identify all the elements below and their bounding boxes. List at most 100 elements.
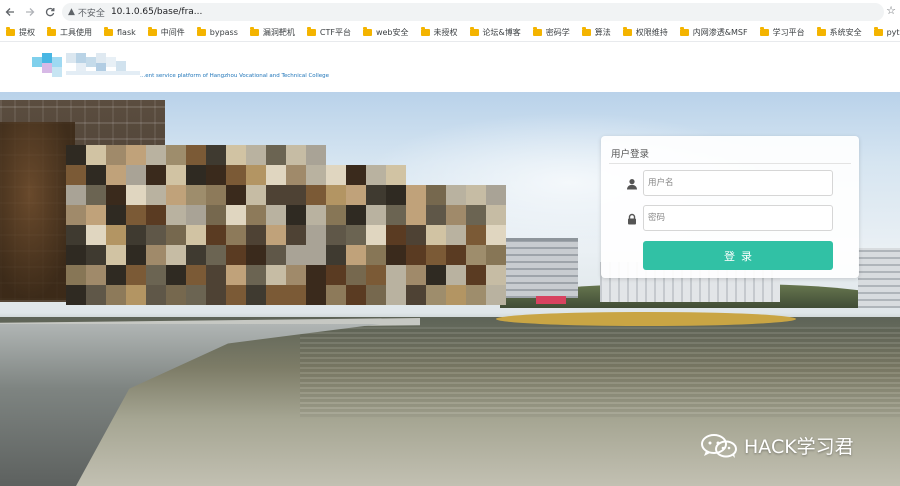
mosaic-tile bbox=[486, 265, 506, 285]
mosaic-tile bbox=[86, 205, 106, 225]
mosaic-tile bbox=[366, 225, 386, 245]
mosaic-tile bbox=[106, 285, 126, 305]
bookmark-folder[interactable]: flask bbox=[104, 27, 136, 37]
bookmark-folder[interactable]: 内网渗透&MSF bbox=[679, 27, 748, 38]
mosaic-tile bbox=[486, 245, 506, 265]
mosaic-tile bbox=[426, 245, 446, 265]
bookmark-folder[interactable]: 未授权 bbox=[420, 27, 458, 38]
red-sign bbox=[536, 296, 566, 304]
mosaic-tile bbox=[306, 285, 326, 305]
mosaic-tile bbox=[166, 245, 186, 265]
mosaic-tile bbox=[426, 225, 446, 245]
mosaic-tile bbox=[446, 225, 466, 245]
mosaic-tile bbox=[466, 225, 486, 245]
mosaic-tile bbox=[66, 145, 86, 165]
address-bar[interactable]: ▲ 不安全 10.1.0.65/base/fra... bbox=[62, 3, 884, 21]
bookmark-folder[interactable]: 工具使用 bbox=[47, 27, 92, 38]
mosaic-tile bbox=[186, 265, 206, 285]
mosaic-tile bbox=[146, 205, 166, 225]
mosaic-tile bbox=[246, 245, 266, 265]
mosaic-tile bbox=[186, 145, 206, 165]
bookmark-folder[interactable]: CTF平台 bbox=[306, 27, 351, 38]
mosaic-tile bbox=[246, 185, 266, 205]
mosaic-tile bbox=[286, 265, 306, 285]
mosaic-tile bbox=[246, 205, 266, 225]
mosaic-tile bbox=[206, 245, 226, 265]
reed-island bbox=[496, 312, 796, 326]
bookmark-folder[interactable]: 算法 bbox=[581, 27, 611, 38]
folder-icon bbox=[196, 27, 206, 36]
username-input[interactable] bbox=[643, 170, 833, 196]
mosaic-tile bbox=[246, 285, 266, 305]
folder-icon bbox=[249, 27, 259, 36]
bookmark-folder[interactable]: 论坛&博客 bbox=[469, 27, 521, 38]
mosaic-tile bbox=[306, 225, 326, 245]
mosaic-tile bbox=[346, 225, 366, 245]
mosaic-tile bbox=[366, 245, 386, 265]
mosaic-tile bbox=[226, 245, 246, 265]
mosaic-tile bbox=[66, 265, 86, 285]
mosaic-tile bbox=[206, 265, 226, 285]
bookmark-folder[interactable]: 权限维持 bbox=[622, 27, 668, 38]
bookmark-folder[interactable]: 漏洞靶机 bbox=[249, 27, 295, 38]
mosaic-tile bbox=[326, 285, 346, 305]
back-arrow-icon[interactable] bbox=[0, 2, 20, 22]
mosaic-tile bbox=[426, 265, 446, 285]
folder-icon bbox=[147, 27, 157, 36]
bookmark-folder[interactable]: bypass bbox=[196, 27, 238, 37]
mosaic-tile bbox=[86, 165, 106, 185]
bookmark-folder[interactable]: 中间件 bbox=[147, 27, 185, 38]
login-title: 用户登录 bbox=[611, 149, 650, 160]
mosaic-tile bbox=[366, 205, 386, 225]
bookmark-folder[interactable]: 系统安全 bbox=[816, 27, 862, 38]
divider bbox=[609, 163, 851, 164]
mosaic-tile bbox=[386, 185, 406, 205]
folder-icon bbox=[873, 27, 883, 36]
bookmark-folder[interactable]: 密码学 bbox=[532, 27, 570, 38]
reload-icon[interactable] bbox=[40, 2, 60, 22]
bookmark-folder[interactable]: 提权 bbox=[6, 27, 35, 38]
star-icon[interactable]: ☆ bbox=[886, 4, 896, 17]
mosaic-tile bbox=[306, 165, 326, 185]
mosaic-tile bbox=[326, 205, 346, 225]
mosaic-tile bbox=[126, 205, 146, 225]
login-button[interactable]: 登录 bbox=[643, 241, 833, 270]
mosaic-tile bbox=[166, 265, 186, 285]
bookmark-folder[interactable]: python bbox=[873, 27, 900, 37]
folder-icon bbox=[6, 27, 15, 36]
mosaic-tile bbox=[246, 165, 266, 185]
mosaic-tile bbox=[106, 225, 126, 245]
mosaic-tile bbox=[426, 285, 446, 305]
mosaic-tile bbox=[326, 225, 346, 245]
bookmark-folder[interactable]: web安全 bbox=[362, 27, 409, 38]
wechat-icon bbox=[701, 433, 737, 458]
mosaic-tile bbox=[346, 205, 366, 225]
mosaic-tile bbox=[446, 185, 466, 205]
mosaic-tile bbox=[486, 185, 506, 205]
building-center bbox=[502, 238, 578, 298]
mosaic-tile bbox=[286, 205, 306, 225]
url-text: 10.1.0.65/base/fra... bbox=[110, 7, 203, 17]
password-input[interactable] bbox=[643, 205, 833, 231]
mosaic-tile bbox=[366, 285, 386, 305]
folder-icon bbox=[679, 27, 689, 36]
mosaic-tile bbox=[166, 145, 186, 165]
mosaic-tile bbox=[206, 205, 226, 225]
folder-icon bbox=[104, 27, 113, 36]
mosaic-tile bbox=[86, 285, 106, 305]
mosaic-tile bbox=[386, 245, 406, 265]
mosaic-tile bbox=[266, 245, 286, 265]
warning-icon: ▲ bbox=[68, 7, 75, 17]
bookmark-folder[interactable]: 学习平台 bbox=[759, 27, 805, 38]
forward-arrow-icon[interactable] bbox=[20, 2, 40, 22]
mosaic-tile bbox=[346, 265, 366, 285]
site-header: ...ent service platform of Hangzhou Voca… bbox=[0, 43, 900, 92]
lock-icon bbox=[628, 213, 636, 225]
mosaic-tile bbox=[466, 205, 486, 225]
mosaic-tile bbox=[146, 185, 166, 205]
folder-icon bbox=[469, 27, 479, 36]
mosaic-tile bbox=[466, 285, 486, 305]
folder-icon bbox=[362, 27, 372, 36]
mosaic-tile bbox=[206, 225, 226, 245]
tree-left bbox=[0, 122, 75, 302]
